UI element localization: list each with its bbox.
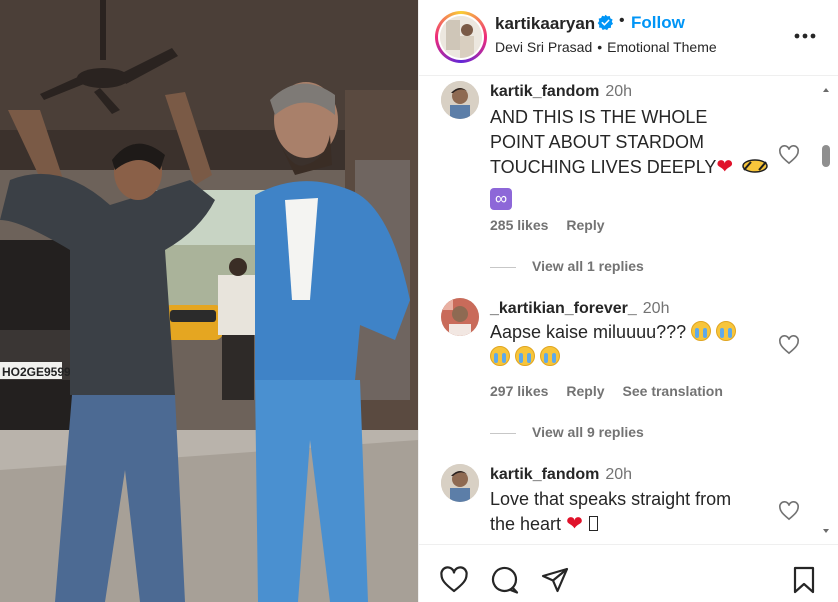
crying-face-emoji: [691, 321, 712, 341]
infinity-emoji-icon: ∞: [490, 188, 512, 210]
comments-scrollbar-thumb[interactable]: [822, 145, 830, 167]
crying-face-emoji: [540, 346, 561, 366]
crying-face-emoji: [716, 321, 737, 341]
missing-glyph-icon: [588, 516, 598, 531]
comment-bubble-icon[interactable]: [490, 565, 520, 595]
audio-info[interactable]: Devi Sri Prasad • Emotional Theme: [495, 39, 717, 55]
comment-time: 20h: [642, 300, 670, 317]
comment-meta: 297 likes Reply See translation: [490, 383, 741, 399]
comment-text-line: the heart: [490, 514, 562, 534]
comment-likes[interactable]: 285 likes: [490, 217, 548, 233]
license-plate: HO2GE9599: [2, 365, 71, 379]
comment-username[interactable]: _kartikian_forever_ 20h: [490, 300, 669, 318]
reply-button[interactable]: Reply: [566, 217, 604, 233]
scroll-down-arrow-icon[interactable]: [822, 527, 830, 535]
comment-time: 20h: [605, 466, 633, 483]
author-avatar[interactable]: [435, 11, 487, 63]
crying-face-emoji: [515, 346, 536, 366]
comment-likes[interactable]: 297 likes: [490, 383, 548, 399]
post-sidebar: kartikaaryan • Follow Devi Sri Prasad • Em…: [418, 0, 838, 602]
comment-username-text[interactable]: _kartikian_forever_: [490, 300, 637, 317]
header-separator: •: [619, 12, 625, 29]
view-replies-label[interactable]: View all 9 replies: [532, 424, 644, 440]
audio-artist[interactable]: Devi Sri Prasad: [495, 39, 592, 55]
commenter-avatar[interactable]: [441, 81, 479, 119]
comment-username[interactable]: kartik_fandom 20h: [490, 466, 632, 484]
heart-outline-icon[interactable]: [439, 565, 469, 595]
comment-text-line: POINT ABOUT STARDOM: [490, 132, 705, 152]
comment-like-heart-icon[interactable]: [778, 501, 800, 521]
audio-track[interactable]: Emotional Theme: [607, 39, 716, 55]
comments-list[interactable]: kartik_fandom 20h AND THIS IS THE WHOLE P…: [419, 77, 838, 543]
comment-like-heart-icon[interactable]: [778, 335, 800, 355]
audio-separator: •: [597, 39, 603, 55]
comment-like-heart-icon[interactable]: [778, 145, 800, 165]
comment-username[interactable]: kartik_fandom 20h: [490, 83, 632, 101]
commenter-avatar[interactable]: [441, 298, 479, 336]
bookmark-icon[interactable]: [789, 565, 819, 595]
comment-text: Aapse kaise miluuuu???: [490, 320, 780, 370]
post-header: kartikaaryan • Follow Devi Sri Prasad • Em…: [419, 0, 838, 76]
comment-text-line: Love that speaks straight from: [490, 489, 732, 509]
verified-badge-icon: [597, 14, 614, 31]
follow-button[interactable]: Follow: [631, 13, 685, 33]
comment-meta: 285 likes Reply: [490, 217, 623, 233]
comment-text-line: TOUCHING LIVES DEEPLY: [490, 157, 717, 177]
paper-plane-icon[interactable]: [540, 565, 570, 595]
reply-button[interactable]: Reply: [566, 383, 604, 399]
see-translation-button[interactable]: See translation: [623, 383, 723, 399]
comment-text-line: AND THIS IS THE WHOLE: [490, 107, 708, 127]
view-replies-button[interactable]: View all 1 replies: [490, 258, 644, 274]
author-username[interactable]: kartikaaryan: [495, 14, 595, 34]
scroll-up-arrow-icon[interactable]: [822, 86, 830, 94]
red-heart-emoji: ❤: [566, 513, 583, 535]
crying-face-emoji: [490, 346, 510, 366]
red-heart-emoji: ❤: [716, 156, 734, 178]
comment-username-text[interactable]: kartik_fandom: [490, 466, 599, 483]
more-options-icon[interactable]: [791, 24, 819, 48]
post-photo: HO2GE9599: [0, 0, 418, 602]
view-replies-button[interactable]: View all 9 replies: [490, 424, 644, 440]
comment-time: 20h: [605, 83, 633, 100]
rolling-eyes-emoji-icon: [742, 159, 768, 173]
comment-text-line: Aapse kaise miluuuu???: [490, 322, 687, 342]
comment-text: Love that speaks straight from the heart…: [490, 487, 780, 537]
comment-text: AND THIS IS THE WHOLE POINT ABOUT STARDO…: [490, 105, 780, 210]
view-replies-label[interactable]: View all 1 replies: [532, 258, 644, 274]
post-actions-bar: [419, 544, 838, 602]
comment-username-text[interactable]: kartik_fandom: [490, 83, 599, 100]
commenter-avatar[interactable]: [441, 464, 479, 502]
